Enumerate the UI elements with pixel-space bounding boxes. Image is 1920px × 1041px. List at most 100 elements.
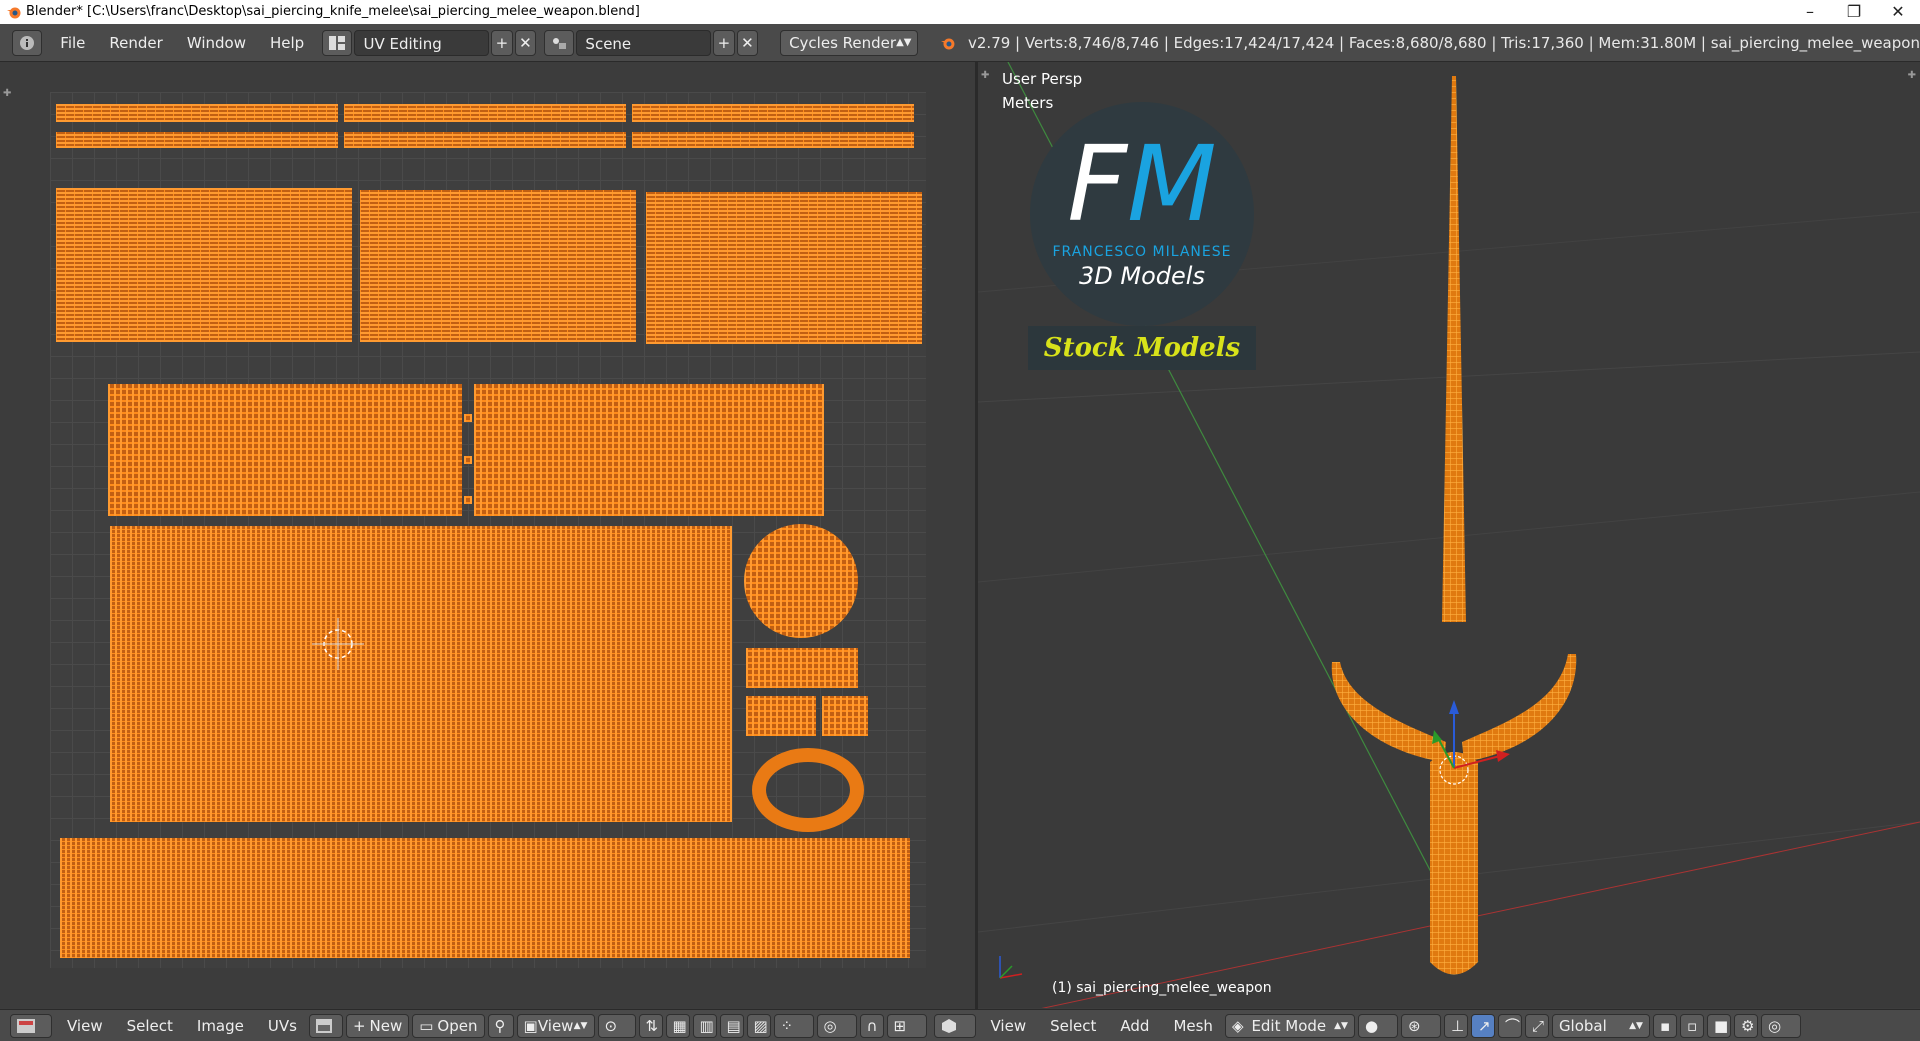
3d-menu-mesh[interactable]: Mesh xyxy=(1161,1017,1225,1035)
open-image-button[interactable]: ▭ Open xyxy=(412,1013,485,1038)
uv-island[interactable] xyxy=(56,188,352,342)
orientation-label: Global xyxy=(1558,1016,1607,1035)
uv-menu-uvs[interactable]: UVs xyxy=(256,1017,309,1035)
new-image-button[interactable]: + New xyxy=(345,1013,410,1038)
orientation-dropdown[interactable]: Global ▲▼ xyxy=(1551,1013,1650,1038)
pivot-point-dropdown[interactable]: ⊛ xyxy=(1400,1013,1441,1038)
add-screen-button[interactable]: + xyxy=(491,29,513,56)
image-browse-button[interactable] xyxy=(308,1013,343,1038)
uv-grid[interactable] xyxy=(50,92,926,968)
manipulator-icon: ⊥ xyxy=(1450,1016,1465,1035)
mode-dropdown[interactable]: ◈ Edit Mode ▲▼ xyxy=(1224,1013,1355,1038)
region-toggle-right-3d[interactable]: ✚ xyxy=(1908,70,1916,81)
folder-icon: ▭ xyxy=(419,1016,434,1035)
uv-editor-type-button[interactable] xyxy=(10,1013,52,1038)
scene-field[interactable]: Scene xyxy=(576,29,712,56)
uv-island[interactable] xyxy=(344,132,626,148)
menu-window[interactable]: Window xyxy=(175,34,258,52)
vertex-select-mode[interactable]: ▪ xyxy=(1652,1013,1677,1038)
face-select-button[interactable]: ▤ xyxy=(719,1013,744,1038)
uv-island-ring[interactable] xyxy=(752,748,864,832)
2d-cursor-icon xyxy=(312,618,364,670)
uv-island[interactable] xyxy=(56,104,338,122)
uv-island-circle[interactable] xyxy=(744,524,858,638)
uv-island[interactable] xyxy=(464,496,472,504)
uv-island[interactable] xyxy=(108,384,462,516)
scene-stats: v2.79 | Verts:8,746/8,746 | Edges:17,424… xyxy=(968,33,1920,52)
uv-menu-image[interactable]: Image xyxy=(185,1017,256,1035)
mode-label: Edit Mode xyxy=(1251,1016,1327,1035)
delete-screen-button[interactable]: ✕ xyxy=(514,29,537,56)
pivot-button[interactable]: ⊙ xyxy=(597,1013,636,1038)
screen-layout-field[interactable]: UV Editing xyxy=(354,29,490,56)
rotate-manipulator[interactable]: ⌒ xyxy=(1497,1013,1522,1038)
chevron-updown-icon: ▲▼ xyxy=(896,37,912,48)
menu-help[interactable]: Help xyxy=(258,34,316,52)
3d-menu-view[interactable]: View xyxy=(979,1017,1039,1035)
menu-file[interactable]: File xyxy=(48,34,97,52)
uv-island[interactable] xyxy=(822,696,868,736)
3d-menu-add[interactable]: Add xyxy=(1108,1017,1161,1035)
edge-select-button[interactable]: ▥ xyxy=(692,1013,717,1038)
chevron-updown-icon: ▲▼ xyxy=(1334,1020,1348,1031)
3d-editor-type-button[interactable] xyxy=(933,1013,976,1038)
pivot-icon: ⊛ xyxy=(1407,1016,1421,1035)
menu-render[interactable]: Render xyxy=(97,34,174,52)
uv-menu-select[interactable]: Select xyxy=(115,1017,185,1035)
vertex-select-button[interactable]: ▦ xyxy=(665,1013,690,1038)
face-mode-icon: ■ xyxy=(1713,1016,1729,1035)
region-toggle-left[interactable]: ✚ xyxy=(3,88,11,99)
uv-island[interactable] xyxy=(646,192,922,344)
sai-mesh[interactable] xyxy=(1318,62,1598,1002)
shading-dropdown[interactable]: ● xyxy=(1357,1013,1398,1038)
proportional-edit-icon: ◎ xyxy=(1767,1016,1782,1035)
uv-island[interactable] xyxy=(344,104,626,122)
region-toggle-left-3d[interactable]: ✚ xyxy=(981,70,989,81)
restore-button[interactable]: ❐ xyxy=(1832,0,1876,24)
uv-island[interactable] xyxy=(632,104,914,122)
proportional-edit-button[interactable]: ◎ xyxy=(816,1013,857,1038)
scale-icon: ⤢ xyxy=(1531,1016,1544,1035)
3d-viewport[interactable]: User Persp Meters FM FRANCESCO MILANESE … xyxy=(978,62,1920,1008)
editor-type-info-button[interactable] xyxy=(12,29,43,56)
snap-element-button[interactable]: ⊞ xyxy=(886,1013,927,1038)
uv-island[interactable] xyxy=(474,384,824,516)
sync-selection-button[interactable]: ⇅ xyxy=(638,1013,663,1038)
view-units-label: Meters xyxy=(1002,94,1054,112)
uv-island[interactable] xyxy=(60,838,910,958)
uv-menu-view[interactable]: View xyxy=(55,1017,115,1035)
uv-island[interactable] xyxy=(110,526,732,822)
snap-toggle-button[interactable]: ∩ xyxy=(859,1013,884,1038)
translate-manipulator[interactable]: ↗ xyxy=(1470,1013,1495,1038)
bottom-headers: View Select Image UVs + New ▭ Open ⚲ ▣ Vie… xyxy=(0,1009,1920,1041)
screen-layout-browse-button[interactable] xyxy=(322,29,353,56)
render-engine-dropdown[interactable]: Cycles Render ▲▼ xyxy=(780,29,919,56)
close-button[interactable]: ✕ xyxy=(1876,0,1920,24)
scene-browse-button[interactable] xyxy=(544,29,575,56)
uv-island[interactable] xyxy=(56,132,338,148)
delete-scene-button[interactable]: ✕ xyxy=(736,29,759,56)
minimize-button[interactable]: – xyxy=(1788,0,1832,24)
occlude-geometry-toggle[interactable]: ⚙ xyxy=(1733,1013,1758,1038)
uv-island[interactable] xyxy=(464,414,472,422)
face-select-mode[interactable]: ■ xyxy=(1706,1013,1731,1038)
uv-image-editor[interactable]: ✚ xyxy=(0,62,975,1008)
3d-menu-select[interactable]: Select xyxy=(1038,1017,1108,1035)
pin-button[interactable]: ⚲ xyxy=(487,1013,514,1038)
manipulator-toggle[interactable]: ⊥ xyxy=(1443,1013,1468,1038)
sticky-selection-button[interactable]: ⁘ xyxy=(773,1013,814,1038)
island-select-button[interactable]: ▨ xyxy=(746,1013,771,1038)
uv-island[interactable] xyxy=(746,648,858,688)
uv-island[interactable] xyxy=(632,132,914,148)
pivot-icon: ⊙ xyxy=(604,1016,618,1035)
proportional-edit-3d-button[interactable]: ◎ xyxy=(1760,1013,1801,1038)
uv-view-mode-dropdown[interactable]: ▣ View ▲▼ xyxy=(516,1013,595,1038)
scale-manipulator[interactable]: ⤢ xyxy=(1524,1013,1549,1038)
rotate-icon: ⌒ xyxy=(1504,1017,1520,1035)
edge-select-mode[interactable]: ▫ xyxy=(1679,1013,1704,1038)
add-scene-button[interactable]: + xyxy=(713,29,735,56)
uv-island[interactable] xyxy=(464,456,472,464)
blender-app-icon xyxy=(7,7,21,19)
uv-island[interactable] xyxy=(746,696,816,736)
uv-island[interactable] xyxy=(360,190,636,342)
